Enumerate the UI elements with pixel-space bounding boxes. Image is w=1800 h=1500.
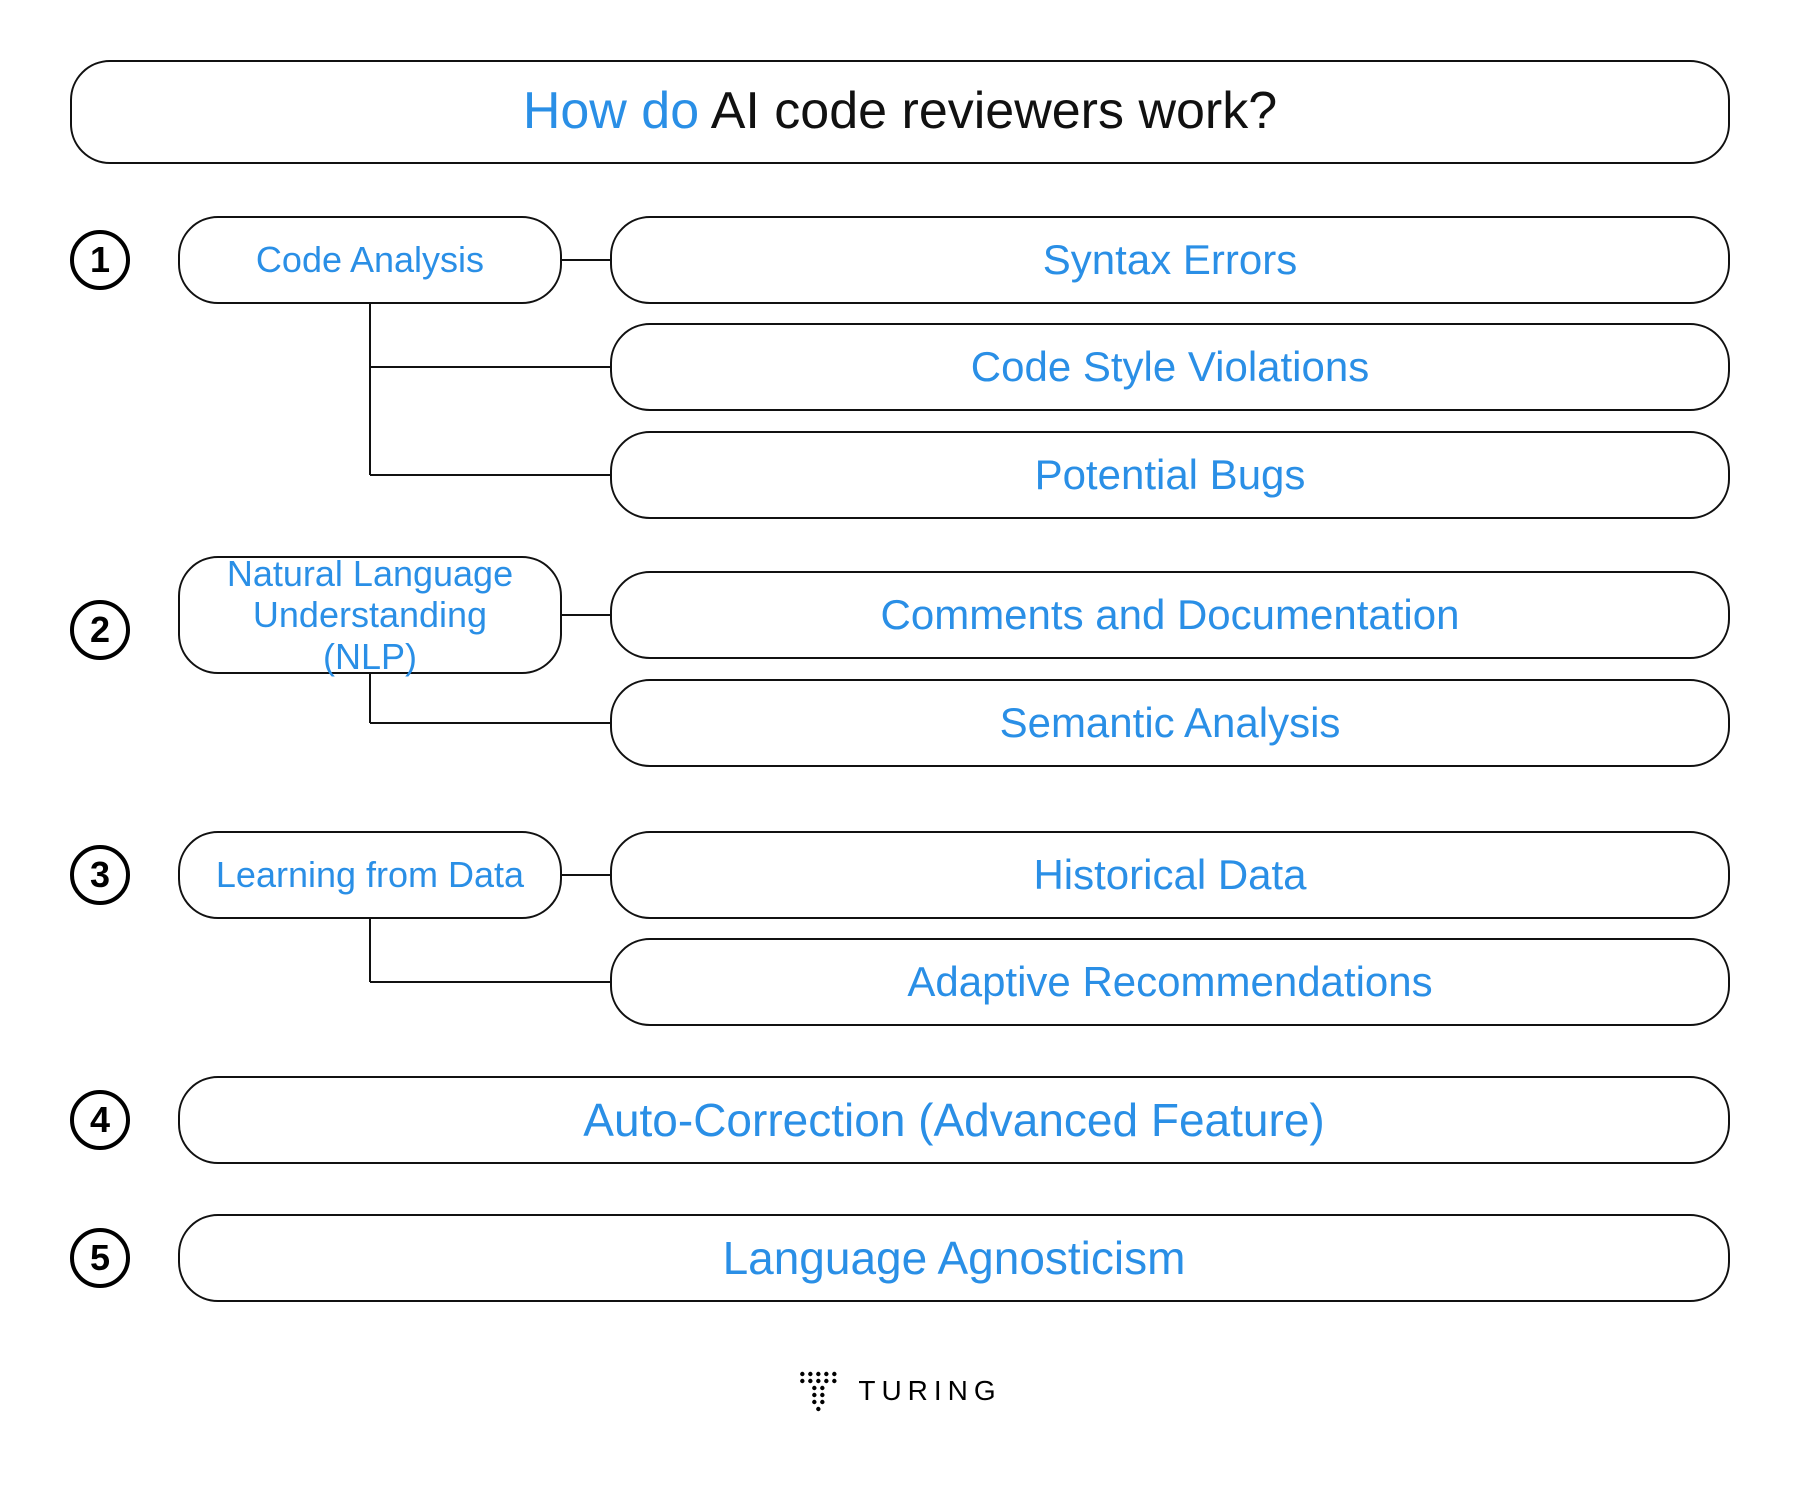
step-number-2: 2: [70, 600, 130, 660]
child-adaptive-recommendations: Adaptive Recommendations: [610, 938, 1730, 1026]
child-potential-bugs: Potential Bugs: [610, 431, 1730, 519]
title-accent: How do: [523, 82, 711, 140]
diagram-canvas: How do AI code reviewers work? 1 Code An…: [70, 60, 1730, 1460]
step-number-1: 1: [70, 230, 130, 290]
child-comments-documentation: Comments and Documentation: [610, 571, 1730, 659]
brand-name: TURING: [858, 1375, 1001, 1407]
step-number-3: 3: [70, 845, 130, 905]
title-rest: AI code reviewers work?: [711, 82, 1277, 140]
parent-nlp: Natural Language Understanding (NLP): [178, 556, 562, 674]
child-historical-data: Historical Data: [610, 831, 1730, 919]
child-semantic-analysis: Semantic Analysis: [610, 679, 1730, 767]
step-number-5: 5: [70, 1228, 130, 1288]
turing-logo-icon: [798, 1370, 840, 1412]
title-pill: How do AI code reviewers work?: [70, 60, 1730, 164]
parent-code-analysis: Code Analysis: [178, 216, 562, 304]
parent-learning-from-data: Learning from Data: [178, 831, 562, 919]
step-number-4: 4: [70, 1090, 130, 1150]
parent-auto-correction: Auto-Correction (Advanced Feature): [178, 1076, 1730, 1164]
parent-language-agnosticism: Language Agnosticism: [178, 1214, 1730, 1302]
child-syntax-errors: Syntax Errors: [610, 216, 1730, 304]
child-code-style-violations: Code Style Violations: [610, 323, 1730, 411]
brand-logo: TURING: [798, 1370, 1001, 1412]
